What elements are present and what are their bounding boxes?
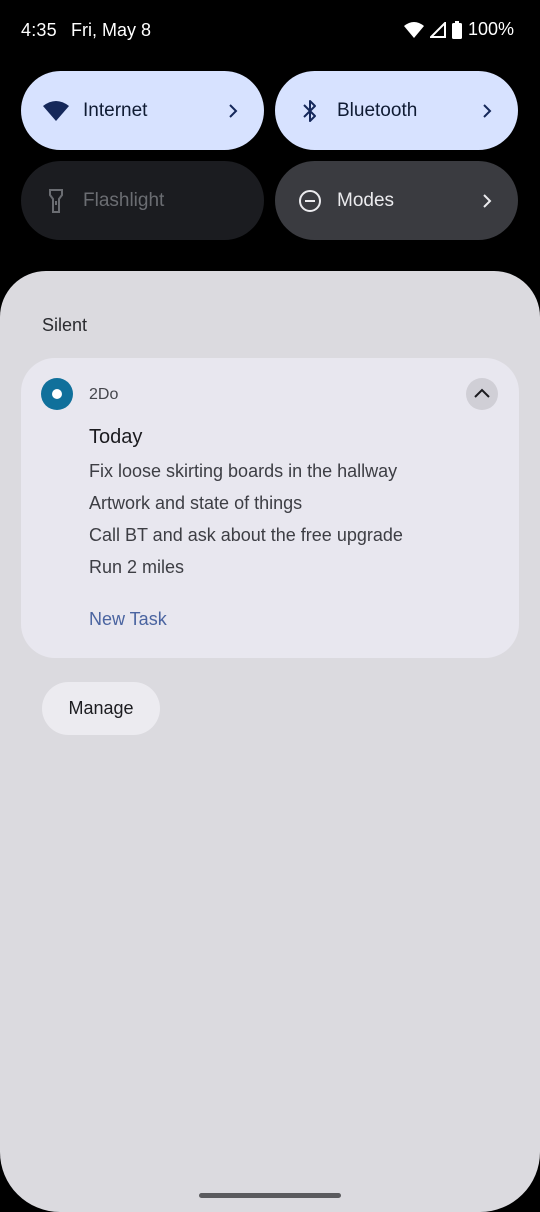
tile-bluetooth-label: Bluetooth	[337, 99, 418, 121]
new-task-action[interactable]: New Task	[89, 609, 167, 630]
status-date: Fri, May 8	[71, 20, 152, 40]
chevron-right-icon	[224, 102, 242, 120]
status-icons: 100%	[403, 19, 514, 40]
bluetooth-icon	[297, 98, 323, 124]
wifi-icon	[403, 21, 424, 38]
battery-icon	[451, 20, 462, 39]
notification-title: Today	[89, 426, 143, 448]
cellular-signal-icon	[429, 21, 446, 38]
battery-percent: 100%	[467, 19, 514, 39]
tile-flashlight-label: Flashlight	[83, 189, 165, 211]
collapse-button[interactable]	[466, 378, 498, 410]
task-item: Call BT and ask about the free upgrade	[89, 525, 403, 545]
task-list: Fix loose skirting boards in the hallway…	[89, 460, 403, 588]
notification-shade: Silent 2Do Today Fix loose skirting boar…	[0, 271, 540, 1212]
home-indicator[interactable]	[199, 1193, 341, 1198]
task-item: Artwork and state of things	[89, 493, 303, 513]
status-time: 4:35	[21, 20, 57, 40]
tile-flashlight[interactable]: Flashlight	[21, 161, 264, 240]
wifi-icon	[43, 98, 69, 124]
section-label-silent: Silent	[42, 315, 88, 335]
task-item: Run 2 miles	[89, 557, 185, 577]
notification-app-name: 2Do	[89, 386, 119, 403]
flashlight-icon	[43, 188, 69, 214]
status-bar: 4:35 Fri, May 8 100%	[0, 0, 540, 62]
tile-internet-label: Internet	[83, 99, 148, 121]
tile-modes-label: Modes	[337, 189, 395, 211]
tile-modes[interactable]: Modes	[275, 161, 518, 240]
notification-card-2do[interactable]: 2Do Today Fix loose skirting boards in t…	[21, 358, 519, 658]
chevron-right-icon	[478, 102, 496, 120]
chevron-up-icon	[474, 385, 490, 403]
chevron-right-icon	[478, 192, 496, 210]
manage-button[interactable]: Manage	[42, 682, 160, 735]
notification-shade-screen: 4:35 Fri, May 8 100% Internet Bluetooth …	[0, 0, 540, 1212]
modes-icon	[297, 188, 323, 214]
tile-bluetooth[interactable]: Bluetooth	[275, 71, 518, 150]
app-icon-dot	[52, 389, 62, 399]
app-icon-2do	[41, 378, 73, 410]
tile-internet[interactable]: Internet	[21, 71, 264, 150]
task-item: Fix loose skirting boards in the hallway	[89, 461, 398, 481]
